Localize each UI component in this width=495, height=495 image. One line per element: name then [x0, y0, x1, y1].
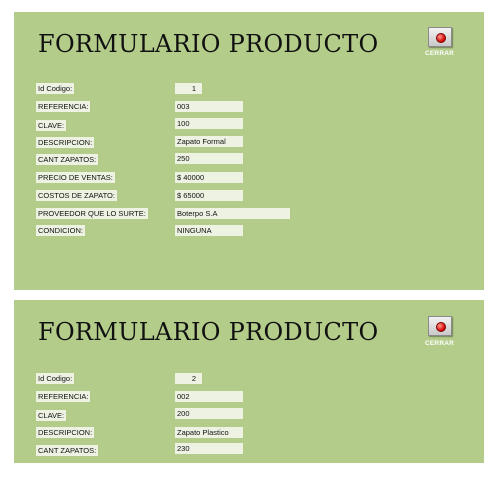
field-value-costos-zapato[interactable]: $ 65000: [175, 190, 243, 201]
red-dot-button-icon: [436, 322, 446, 332]
field-value-clave[interactable]: 100: [175, 118, 243, 129]
field-label-id-codigo: Id Codigo:: [36, 373, 75, 384]
field-value-referencia[interactable]: 002: [175, 391, 243, 402]
field-value-descripcion[interactable]: Zapato Plastico: [175, 427, 243, 438]
field-value-id-codigo[interactable]: 2: [175, 373, 202, 384]
field-label-clave: CLAVE:: [36, 410, 67, 421]
field-label-clave: CLAVE:: [36, 120, 67, 131]
close-button[interactable]: [428, 316, 452, 336]
field-label-condicion: CONDICION:: [36, 225, 85, 236]
product-form-2: FORMULARIO PRODUCTO CERRAR Id Codigo: 2 …: [14, 300, 484, 463]
field-value-cant-zapatos[interactable]: 250: [175, 153, 243, 164]
field-label-descripcion: DESCRIPCION:: [36, 137, 95, 148]
field-value-referencia[interactable]: 003: [175, 101, 243, 112]
field-label-costos-zapato: COSTOS DE ZAPATO:: [36, 190, 117, 201]
field-label-precio-ventas: PRECIO DE VENTAS:: [36, 172, 115, 183]
product-form-1: FORMULARIO PRODUCTO CERRAR Id Codigo: 1 …: [14, 12, 484, 290]
field-value-cant-zapatos[interactable]: 230: [175, 443, 243, 454]
field-value-proveedor[interactable]: Boterpo S.A: [175, 208, 290, 219]
close-label[interactable]: CERRAR: [425, 340, 454, 347]
field-label-cant-zapatos: CANT ZAPATOS:: [36, 154, 99, 165]
red-dot-button-icon: [436, 33, 446, 43]
field-value-id-codigo[interactable]: 1: [175, 83, 202, 94]
field-value-precio-ventas[interactable]: $ 40000: [175, 172, 243, 183]
field-label-cant-zapatos: CANT ZAPATOS:: [36, 445, 99, 456]
field-label-descripcion: DESCRIPCION:: [36, 427, 95, 438]
close-label[interactable]: CERRAR: [425, 50, 454, 57]
field-value-condicion[interactable]: NINGUNA: [175, 225, 243, 236]
field-label-referencia: REFERENCIA:: [36, 101, 91, 112]
form-title: FORMULARIO PRODUCTO: [38, 318, 379, 346]
form-title: FORMULARIO PRODUCTO: [38, 30, 379, 58]
close-button[interactable]: [428, 27, 452, 47]
field-value-descripcion[interactable]: Zapato Formal: [175, 136, 243, 147]
field-label-referencia: REFERENCIA:: [36, 391, 91, 402]
field-label-id-codigo: Id Codigo:: [36, 83, 75, 94]
field-value-clave[interactable]: 200: [175, 408, 243, 419]
field-label-proveedor: PROVEEDOR QUE LO SURTE:: [36, 208, 148, 219]
